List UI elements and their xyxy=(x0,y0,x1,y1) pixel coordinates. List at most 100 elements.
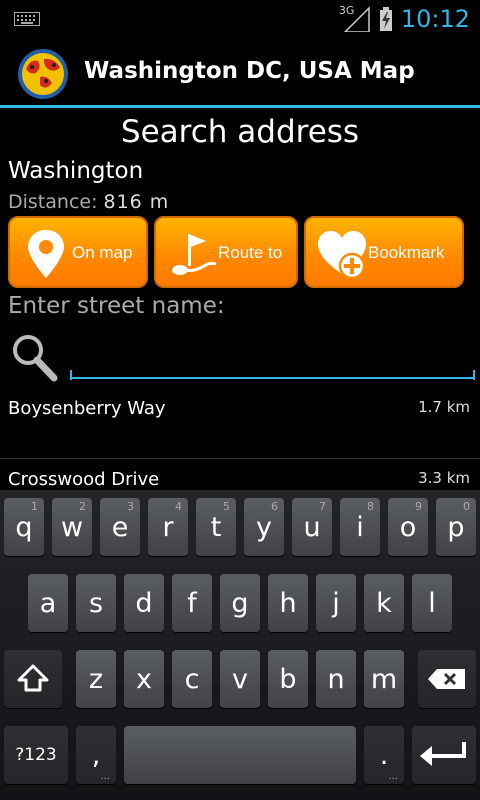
key-x[interactable]: x xyxy=(124,650,164,708)
key-label: w xyxy=(60,511,84,543)
key-label: k xyxy=(376,587,392,619)
key-f[interactable]: f xyxy=(172,574,212,632)
comma-key-dots: ... xyxy=(100,771,110,782)
key-number-hint: 0 xyxy=(463,500,470,513)
key-label: d xyxy=(135,587,153,619)
app-title: Washington DC, USA Map xyxy=(84,58,415,84)
search-icon[interactable] xyxy=(10,332,58,382)
enter-arrow-icon xyxy=(420,742,466,766)
symbols-key[interactable]: ?123 xyxy=(4,726,68,784)
street-distance: 1.7 km xyxy=(418,398,470,416)
input-edge-left xyxy=(70,370,72,380)
list-item[interactable]: Boysenberry Way 1.7 km xyxy=(0,398,480,458)
key-label: u xyxy=(303,511,321,543)
map-pin-icon xyxy=(28,230,64,278)
key-s[interactable]: s xyxy=(76,574,116,632)
period-key[interactable]: . ... xyxy=(364,726,404,784)
distance-label: Distance: xyxy=(8,191,98,213)
network-type: 3G xyxy=(338,4,355,17)
key-u[interactable]: u7 xyxy=(292,498,332,556)
on-map-button[interactable]: On map xyxy=(8,216,148,288)
delete-key[interactable] xyxy=(418,650,476,708)
comma-key-label: , xyxy=(91,739,101,771)
on-map-label: On map xyxy=(72,243,133,262)
clock: 10:12 xyxy=(400,5,470,33)
key-z[interactable]: z xyxy=(76,650,116,708)
street-name-input[interactable] xyxy=(70,345,475,379)
key-d[interactable]: d xyxy=(124,574,164,632)
list-divider xyxy=(0,458,480,459)
distance-value: 816 m xyxy=(103,191,170,213)
key-label: p xyxy=(447,511,465,543)
key-number-hint: 6 xyxy=(271,500,278,513)
add-bookmark-heart-icon xyxy=(318,231,366,280)
enter-key[interactable] xyxy=(412,726,476,784)
key-a[interactable]: a xyxy=(28,574,68,632)
street-name: Crosswood Drive xyxy=(8,469,160,490)
comma-key[interactable]: , ... xyxy=(76,726,116,784)
world-map-icon[interactable] xyxy=(18,49,68,99)
key-v[interactable]: v xyxy=(220,650,260,708)
route-flag-icon xyxy=(172,234,217,275)
key-label: b xyxy=(279,663,297,695)
key-label: h xyxy=(279,587,297,619)
key-label: i xyxy=(356,511,364,543)
key-label: f xyxy=(187,587,197,619)
key-c[interactable]: c xyxy=(172,650,212,708)
key-label: s xyxy=(88,587,104,619)
key-label: z xyxy=(88,663,104,695)
status-bar: 3G 10:12 xyxy=(0,0,480,38)
key-number-hint: 1 xyxy=(31,500,38,513)
symbols-key-label: ?123 xyxy=(15,745,57,765)
key-label: m xyxy=(370,663,398,695)
key-i[interactable]: i8 xyxy=(340,498,380,556)
key-b[interactable]: b xyxy=(268,650,308,708)
place-name: Washington xyxy=(8,158,144,184)
route-to-button[interactable]: Route to xyxy=(154,216,298,288)
key-w[interactable]: w2 xyxy=(52,498,92,556)
backspace-icon xyxy=(428,669,465,689)
key-label: e xyxy=(111,511,129,543)
key-m[interactable]: m xyxy=(364,650,404,708)
key-label: c xyxy=(184,663,200,695)
period-key-label: . xyxy=(379,739,389,771)
action-bar: Washington DC, USA Map xyxy=(0,38,480,108)
key-r[interactable]: r4 xyxy=(148,498,188,556)
key-label: g xyxy=(231,587,249,619)
key-label: l xyxy=(428,587,436,619)
key-g[interactable]: g xyxy=(220,574,260,632)
key-e[interactable]: e3 xyxy=(100,498,140,556)
key-label: r xyxy=(162,511,174,543)
route-to-label: Route to xyxy=(218,243,283,262)
key-label: t xyxy=(210,511,222,543)
key-label: n xyxy=(327,663,345,695)
key-t[interactable]: t5 xyxy=(196,498,236,556)
period-key-dots: ... xyxy=(388,771,398,782)
key-o[interactable]: o9 xyxy=(388,498,428,556)
key-label: q xyxy=(15,511,33,543)
key-j[interactable]: j xyxy=(316,574,356,632)
battery-charging-icon xyxy=(379,7,392,31)
bookmark-button[interactable]: Bookmark xyxy=(304,216,464,288)
page-title: Search address xyxy=(120,114,360,150)
key-number-hint: 3 xyxy=(127,500,134,513)
key-k[interactable]: k xyxy=(364,574,404,632)
key-label: x xyxy=(136,663,152,695)
key-q[interactable]: q1 xyxy=(4,498,44,556)
key-number-hint: 8 xyxy=(367,500,374,513)
key-label: y xyxy=(256,511,272,543)
key-y[interactable]: y6 xyxy=(244,498,284,556)
key-p[interactable]: p0 xyxy=(436,498,476,556)
shift-key[interactable] xyxy=(4,650,62,708)
key-number-hint: 7 xyxy=(319,500,326,513)
key-l[interactable]: l xyxy=(412,574,452,632)
key-label: j xyxy=(332,587,340,619)
key-number-hint: 2 xyxy=(79,500,86,513)
soft-keyboard: ?123 , ... . ... q1w2e3r4t5y6u7i8o9p0asd… xyxy=(0,490,480,800)
space-key[interactable] xyxy=(124,726,356,784)
signal-icon: 3G xyxy=(338,4,371,33)
key-h[interactable]: h xyxy=(268,574,308,632)
street-name: Boysenberry Way xyxy=(8,398,166,419)
key-n[interactable]: n xyxy=(316,650,356,708)
keyboard-notification-icon xyxy=(14,12,40,26)
